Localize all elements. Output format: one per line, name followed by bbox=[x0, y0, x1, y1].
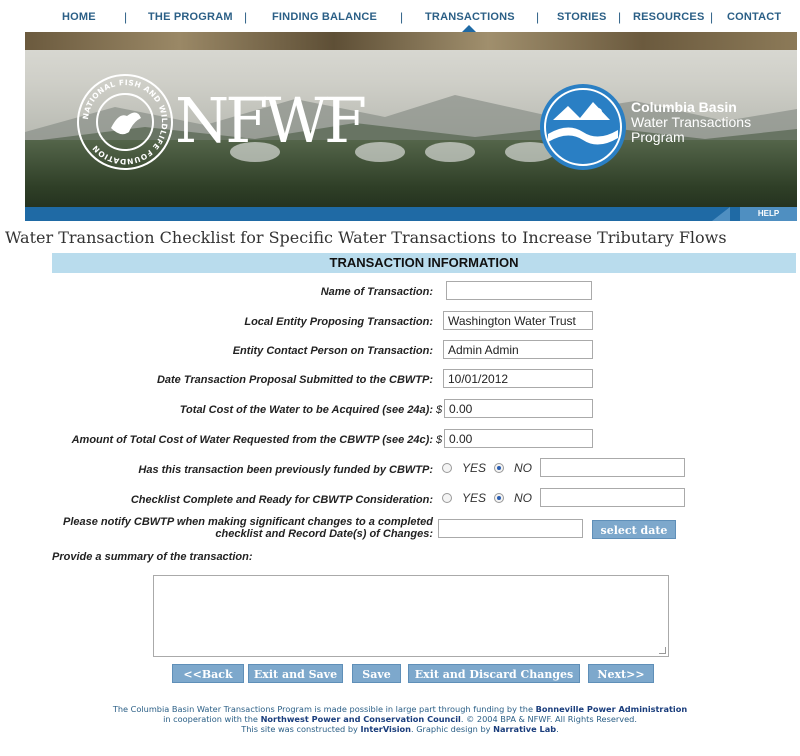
section-header: TRANSACTION INFORMATION bbox=[52, 253, 796, 273]
notify-changes-label-line2: checklist and Record Date(s) of Changes: bbox=[215, 528, 433, 540]
top-nav: HOME | THE PROGRAM | FINDING BALANCE | T… bbox=[0, 0, 800, 32]
nfwf-seal-icon: NATIONAL FISH AND WILDLIFE FOUNDATION bbox=[77, 74, 173, 170]
requested-amount-label: Amount of Total Cost of Water Requested … bbox=[71, 434, 433, 446]
nav-separator: | bbox=[710, 10, 714, 24]
footer-text: . bbox=[556, 724, 559, 734]
nav-the-program[interactable]: THE PROGRAM bbox=[148, 11, 233, 23]
nav-separator: | bbox=[618, 10, 622, 24]
narrative-lab-link[interactable]: Narrative Lab bbox=[493, 724, 556, 734]
contact-person-input[interactable] bbox=[443, 340, 593, 359]
change-dates-input[interactable] bbox=[438, 519, 583, 538]
checklist-complete-yes-label: YES bbox=[462, 491, 487, 505]
nav-finding-balance[interactable]: FINDING BALANCE bbox=[272, 11, 377, 23]
checklist-complete-label: Checklist Complete and Ready for CBWTP C… bbox=[130, 494, 433, 506]
footer: The Columbia Basin Water Transactions Pr… bbox=[0, 704, 800, 734]
resize-grip-icon[interactable] bbox=[659, 647, 666, 654]
footer-text: . Graphic design by bbox=[410, 724, 494, 734]
checklist-complete-no-radio[interactable] bbox=[494, 493, 504, 503]
footer-copyright: . © 2004 BPA & NFWF. All Rights Reserved… bbox=[460, 714, 637, 724]
notify-changes-label-line1: Please notify CBWTP when making signific… bbox=[63, 516, 433, 528]
footer-text: in cooperation with the bbox=[163, 714, 261, 724]
total-cost-currency: $ bbox=[436, 404, 443, 416]
nfwf-logo-text: NFWF bbox=[175, 84, 367, 157]
bpa-link[interactable]: Bonneville Power Administration bbox=[536, 704, 688, 714]
footer-text: The Columbia Basin Water Transactions Pr… bbox=[112, 704, 536, 714]
nwpcc-link[interactable]: Northwest Power and Conservation Council bbox=[261, 714, 461, 724]
previously-funded-yes-radio[interactable] bbox=[442, 463, 452, 473]
help-link[interactable]: HELP bbox=[740, 207, 797, 221]
banner-blue-bar bbox=[25, 207, 797, 221]
nav-separator: | bbox=[124, 10, 128, 24]
name-of-transaction-input[interactable] bbox=[446, 281, 592, 300]
requested-amount-input[interactable] bbox=[444, 429, 593, 448]
active-nav-indicator bbox=[462, 25, 476, 32]
footer-line-2: in cooperation with the Northwest Power … bbox=[0, 714, 800, 724]
summary-textarea[interactable] bbox=[153, 575, 669, 657]
header-banner: NATIONAL FISH AND WILDLIFE FOUNDATION NF… bbox=[25, 32, 797, 207]
next-button[interactable]: Next>> bbox=[588, 664, 654, 683]
program-name-line2: Water Transactions bbox=[631, 114, 752, 130]
requested-amount-currency: $ bbox=[436, 434, 443, 446]
previously-funded-no-label: NO bbox=[514, 461, 532, 475]
nav-contact[interactable]: CONTACT bbox=[727, 11, 781, 23]
previously-funded-no-radio[interactable] bbox=[494, 463, 504, 473]
nav-stories[interactable]: STORIES bbox=[557, 11, 607, 23]
back-button[interactable]: <<Back bbox=[172, 664, 244, 683]
nav-resources[interactable]: RESOURCES bbox=[633, 11, 704, 23]
total-cost-label: Total Cost of the Water to be Acquired (… bbox=[179, 404, 433, 416]
program-name-line1: Columbia Basin bbox=[631, 99, 737, 115]
local-entity-label: Local Entity Proposing Transaction: bbox=[244, 316, 433, 328]
previously-funded-notes-input[interactable] bbox=[540, 458, 685, 477]
previously-funded-label: Has this transaction been previously fun… bbox=[138, 464, 433, 476]
nav-transactions[interactable]: TRANSACTIONS bbox=[425, 11, 515, 23]
page-title: Water Transaction Checklist for Specific… bbox=[5, 228, 727, 247]
banner-wood-strip bbox=[25, 32, 797, 50]
contact-person-label: Entity Contact Person on Transaction: bbox=[232, 345, 433, 357]
nav-home[interactable]: HOME bbox=[62, 11, 96, 23]
select-date-button[interactable]: select date bbox=[592, 520, 676, 539]
sprinkler-spray bbox=[425, 142, 475, 162]
exit-and-save-button[interactable]: Exit and Save bbox=[248, 664, 343, 683]
previously-funded-yes-label: YES bbox=[462, 461, 487, 475]
date-submitted-input[interactable] bbox=[443, 369, 593, 388]
save-button[interactable]: Save bbox=[352, 664, 401, 683]
exit-and-discard-button[interactable]: Exit and Discard Changes bbox=[408, 664, 580, 683]
footer-text: This site was constructed by bbox=[241, 724, 361, 734]
notify-changes-label: Please notify CBWTP when making signific… bbox=[63, 516, 433, 540]
local-entity-input[interactable] bbox=[443, 311, 593, 330]
checklist-complete-notes-input[interactable] bbox=[540, 488, 685, 507]
cbwtp-logo-icon bbox=[540, 84, 626, 170]
nav-separator: | bbox=[536, 10, 540, 24]
date-submitted-label: Date Transaction Proposal Submitted to t… bbox=[156, 374, 433, 386]
checklist-complete-no-label: NO bbox=[514, 491, 532, 505]
name-of-transaction-label: Name of Transaction: bbox=[320, 286, 433, 298]
total-cost-input[interactable] bbox=[444, 399, 593, 418]
intervision-link[interactable]: InterVision bbox=[360, 724, 411, 734]
footer-line-3: This site was constructed by InterVision… bbox=[0, 724, 800, 734]
footer-line-1: The Columbia Basin Water Transactions Pr… bbox=[0, 704, 800, 714]
summary-label: Provide a summary of the transaction: bbox=[52, 551, 253, 563]
nav-separator: | bbox=[400, 10, 404, 24]
banner-bar-notch bbox=[712, 207, 730, 221]
program-name-line3: Program bbox=[631, 129, 685, 145]
nav-separator: | bbox=[244, 10, 248, 24]
checklist-complete-yes-radio[interactable] bbox=[442, 493, 452, 503]
